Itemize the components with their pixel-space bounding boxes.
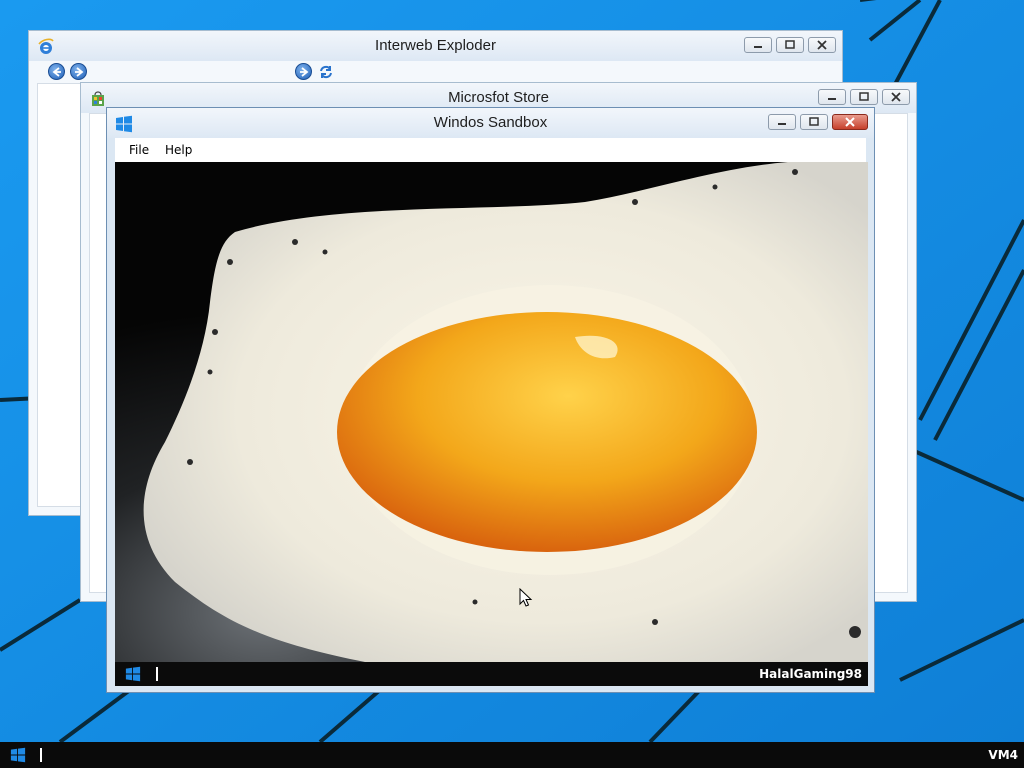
close-icon xyxy=(845,117,855,127)
go-icon[interactable] xyxy=(295,63,312,80)
sandbox-close-button[interactable] xyxy=(832,114,868,130)
sandbox-minimize-button[interactable] xyxy=(768,114,796,130)
maximize-icon xyxy=(785,40,795,49)
sandbox-menubar: File Help xyxy=(115,138,866,162)
store-minimize-button[interactable] xyxy=(818,89,846,105)
vm-user-label: HalalGaming98 xyxy=(759,667,862,681)
close-icon xyxy=(817,40,827,50)
sandbox-window-title: Windos Sandbox xyxy=(433,114,548,131)
menu-file[interactable]: File xyxy=(123,138,155,162)
start-button[interactable] xyxy=(10,747,26,763)
vm-taskbar-search-caret[interactable] xyxy=(156,667,158,681)
taskbar-search-caret[interactable] xyxy=(40,748,42,762)
store-close-button[interactable] xyxy=(882,89,910,105)
ie-toolbar xyxy=(29,61,842,83)
taskbar: VM4 xyxy=(0,742,1024,768)
back-icon[interactable] xyxy=(48,63,65,80)
vm-taskbar: HalalGaming98 xyxy=(115,662,868,686)
fried-egg-photo xyxy=(115,162,868,662)
menu-help[interactable]: Help xyxy=(159,138,198,162)
ie-close-button[interactable] xyxy=(808,37,836,53)
store-maximize-button[interactable] xyxy=(850,89,878,105)
sandbox-window[interactable]: Windos Sandbox File Help HalalGaming98 xyxy=(106,107,875,693)
minimize-icon xyxy=(828,98,836,100)
ie-minimize-button[interactable] xyxy=(744,37,772,53)
forward-icon[interactable] xyxy=(70,63,87,80)
mouse-cursor-icon xyxy=(519,588,533,607)
sandbox-maximize-button[interactable] xyxy=(800,114,828,130)
maximize-icon xyxy=(859,92,869,101)
windows-logo-icon[interactable] xyxy=(125,666,141,682)
minimize-icon xyxy=(778,123,786,125)
maximize-icon xyxy=(809,117,819,126)
ie-window-title: Interweb Exploder xyxy=(375,37,496,54)
refresh-icon[interactable] xyxy=(318,64,334,80)
minimize-icon xyxy=(754,46,762,48)
ie-maximize-button[interactable] xyxy=(776,37,804,53)
close-icon xyxy=(891,92,901,102)
taskbar-vm-label: VM4 xyxy=(988,748,1018,762)
vm-screen[interactable]: HalalGaming98 xyxy=(115,162,868,686)
